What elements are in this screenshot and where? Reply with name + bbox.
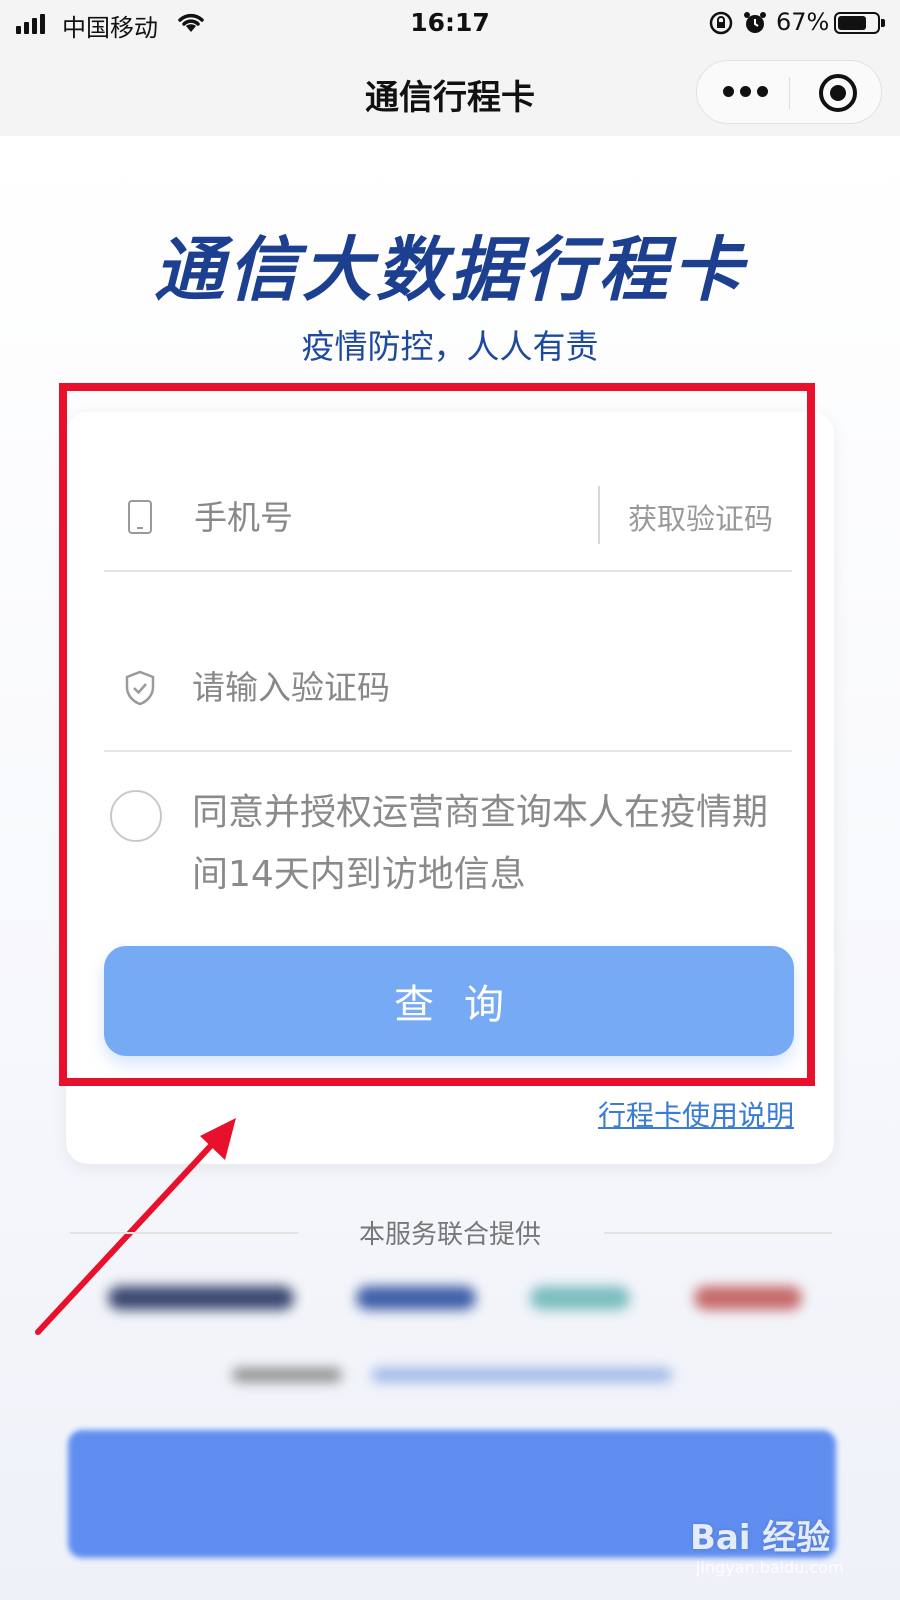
partner-logo-3 (530, 1286, 630, 1310)
partner-logo-2 (356, 1286, 476, 1310)
rotation-lock-icon (709, 11, 733, 35)
usage-instructions-link[interactable]: 行程卡使用说明 (598, 1094, 794, 1134)
capsule-divider (789, 77, 790, 109)
hero-subtitle: 疫情防控，人人有责 (301, 327, 599, 366)
alarm-icon (744, 12, 766, 33)
miniprogram-capsule (696, 60, 882, 124)
nav-bar: 通信行程卡 (0, 48, 900, 136)
watermark-url: jingyan.baidu.com (696, 1558, 844, 1577)
battery-icon (834, 12, 885, 34)
partner-logo-4 (694, 1286, 802, 1310)
blurred-text-2 (372, 1368, 672, 1382)
battery-percent: 67% (776, 8, 830, 36)
partner-logo-1 (108, 1286, 294, 1310)
status-bar: 中国移动 16:17 67% (0, 0, 900, 48)
blurred-text-1 (232, 1368, 342, 1382)
watermark-brand: Bai 经验 (690, 1518, 831, 1558)
provider-label: 本服务联合提供 (358, 1220, 541, 1250)
annotation-highlight-box (59, 383, 815, 1086)
close-miniprogram-icon[interactable] (819, 74, 857, 112)
more-icon[interactable] (723, 86, 768, 97)
hero-title: 通信大数据行程卡 (154, 229, 746, 311)
